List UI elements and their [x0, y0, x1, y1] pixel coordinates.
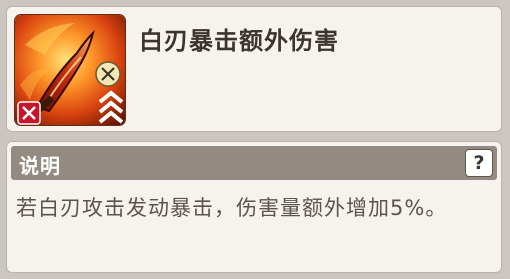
- description-header: 说明 ?: [11, 146, 497, 180]
- disabled-swords-icon: [17, 101, 41, 125]
- skill-title: 白刃暴击额外伤害: [139, 27, 339, 55]
- description-text: 若白刃攻击发动暴击，伤害量额外增加5%。: [16, 196, 448, 220]
- description-panel: 说明 ? 若白刃攻击发动暴击，伤害量额外增加5%。: [6, 141, 502, 273]
- flaming-blade-skill-icon: [14, 14, 126, 126]
- skill-tooltip: 白刃暴击额外伤害 说明 ? 若白刃攻击发动暴击，伤害量额外增加5%。: [0, 0, 510, 279]
- skill-card: 白刃暴击额外伤害: [6, 6, 502, 132]
- crossed-swords-icon: [95, 61, 121, 87]
- description-header-label: 说明: [19, 154, 61, 178]
- help-button[interactable]: ?: [465, 149, 493, 177]
- triple-chevron-up-icon: [98, 90, 124, 124]
